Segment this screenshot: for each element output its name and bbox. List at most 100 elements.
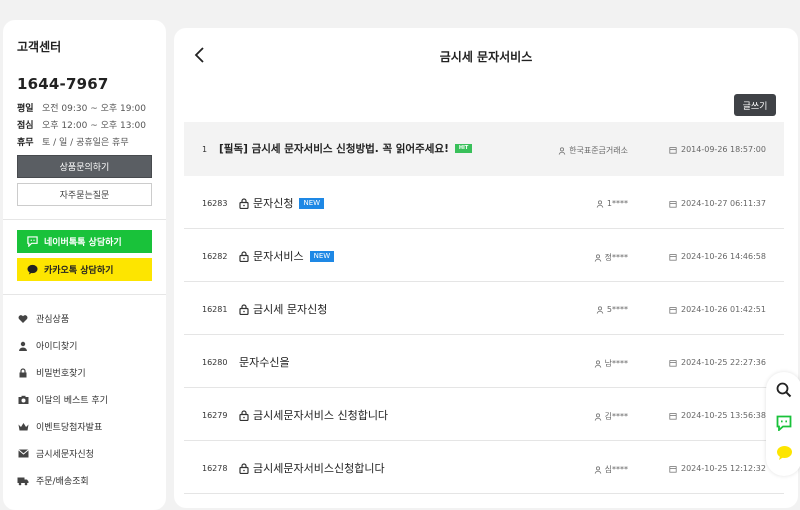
- post-subject[interactable]: 금시세 문자신청: [239, 301, 327, 317]
- customer-center-phone: 1644-7967: [17, 75, 109, 93]
- post-date-text: 2024-10-25 22:27:36: [681, 358, 766, 367]
- write-button[interactable]: 글쓰기: [734, 94, 776, 116]
- sidebar-item-label: 이벤트당첨자발표: [36, 423, 103, 433]
- kakao-talk-label: 카카오톡 상담하기: [44, 266, 114, 276]
- table-row[interactable]: 16282 문자서비스 NEW 정**** 2024-10-26 14:46:5…: [184, 229, 784, 282]
- post-subject[interactable]: 금시세문자서비스 신청합니다: [239, 407, 388, 423]
- user-icon: [17, 340, 29, 352]
- post-author: 한국표준금거래소: [558, 145, 628, 156]
- post-author: 5****: [596, 305, 628, 314]
- sidebar-item-best-review[interactable]: 이달의 베스트 후기: [17, 386, 152, 413]
- customer-center-sidebar: 고객센터 1644-7967 평일 오전 09:30 ~ 오후 19:00 점심…: [3, 20, 166, 510]
- naver-talk-button[interactable]: 네이버톡톡 상담하기: [17, 230, 152, 253]
- post-number: 16281: [202, 305, 228, 314]
- divider: [3, 294, 166, 295]
- post-author: 김****: [594, 411, 628, 422]
- post-date: 2024-10-25 22:27:36: [669, 358, 766, 367]
- user-icon: [594, 359, 601, 368]
- table-row[interactable]: 16281 금시세 문자신청 5**** 2024-10-26 01:42:51: [184, 282, 784, 335]
- kakao-talk-icon: [27, 264, 38, 275]
- naver-talk-quick-button[interactable]: [775, 414, 793, 432]
- post-author-name: 김****: [604, 412, 628, 421]
- sidebar-item-find-id[interactable]: 아이디찾기: [17, 332, 152, 359]
- post-author-name: 정****: [604, 253, 628, 262]
- post-subject[interactable]: 문자신청 NEW: [239, 195, 325, 211]
- calendar-icon: [669, 146, 677, 154]
- customer-center-title: 고객센터: [17, 40, 62, 54]
- post-date: 2014-09-26 18:57:00: [669, 145, 766, 154]
- table-row[interactable]: 16279 금시세문자서비스 신청합니다 김**** 2024-10-25 13…: [184, 388, 784, 441]
- post-number: 16278: [202, 464, 228, 473]
- post-date-text: 2014-09-26 18:57:00: [681, 145, 766, 154]
- hit-badge: HIT: [454, 144, 473, 153]
- hours-label: 휴무: [17, 138, 34, 148]
- sidebar-item-label: 비밀번호찾기: [36, 369, 86, 379]
- product-inquiry-button[interactable]: 상품문의하기: [17, 155, 152, 178]
- truck-icon: [17, 475, 29, 487]
- search-icon: [776, 382, 792, 398]
- sidebar-item-event-winner[interactable]: 이벤트당첨자발표: [17, 413, 152, 440]
- table-row[interactable]: 16278 금시세문자서비스신청합니다 심**** 2024-10-25 12:…: [184, 441, 784, 494]
- crown-icon: [17, 421, 29, 433]
- sidebar-item-wishlist[interactable]: 관심상품: [17, 305, 152, 332]
- post-date-text: 2024-10-26 14:46:58: [681, 252, 766, 261]
- lock-icon: [239, 197, 249, 209]
- hours-label: 평일: [17, 104, 34, 114]
- kakao-talk-icon: [776, 446, 792, 460]
- post-date-text: 2024-10-26 01:42:51: [681, 305, 766, 314]
- post-subject[interactable]: 금시세문자서비스신청합니다: [239, 460, 385, 476]
- table-row[interactable]: 1 [필독] 금시세 문자서비스 신청방법. 꼭 읽어주세요! HIT 한국표준…: [184, 122, 784, 176]
- post-number: 16282: [202, 252, 228, 261]
- divider: [3, 219, 166, 220]
- sidebar-item-label: 금시세문자신청: [36, 450, 94, 460]
- hours-value: 오후 12:00 ~ 오후 13:00: [42, 121, 146, 131]
- hours-holiday: 휴무 토 / 일 / 공휴일은 휴무: [17, 137, 152, 149]
- post-date-text: 2024-10-27 06:11:37: [681, 199, 766, 208]
- post-number: 1: [202, 145, 208, 154]
- naver-talk-icon: [27, 236, 38, 247]
- post-date: 2024-10-25 12:12:32: [669, 464, 766, 473]
- lock-icon: [239, 409, 249, 421]
- calendar-icon: [669, 200, 677, 208]
- post-author-name: 1****: [606, 199, 628, 208]
- sidebar-item-order-tracking[interactable]: 주문/배송조회: [17, 467, 152, 494]
- board-panel: 금시세 문자서비스 글쓰기 1 [필독] 금시세 문자서비스 신청방법. 꼭 읽…: [174, 28, 798, 508]
- post-date-text: 2024-10-25 12:12:32: [681, 464, 766, 473]
- post-number: 16283: [202, 199, 228, 208]
- kakao-talk-quick-button[interactable]: [775, 444, 793, 462]
- post-author-name: 남****: [604, 359, 628, 368]
- post-date: 2024-10-26 01:42:51: [669, 305, 766, 314]
- sidebar-item-label: 이달의 베스트 후기: [36, 396, 108, 406]
- post-date: 2024-10-26 14:46:58: [669, 252, 766, 261]
- hours-value: 토 / 일 / 공휴일은 휴무: [42, 138, 129, 148]
- post-subject[interactable]: 문자서비스 NEW: [239, 248, 335, 264]
- sidebar-item-gold-sms[interactable]: 금시세문자신청: [17, 440, 152, 467]
- post-author: 정****: [594, 252, 628, 263]
- lock-icon: [239, 250, 249, 262]
- calendar-icon: [669, 465, 677, 473]
- calendar-icon: [669, 412, 677, 420]
- post-author-name: 한국표준금거래소: [569, 146, 628, 155]
- faq-button[interactable]: 자주묻는질문: [17, 183, 152, 206]
- post-subject[interactable]: 문자수신을: [239, 354, 290, 370]
- post-subject[interactable]: [필독] 금시세 문자서비스 신청방법. 꼭 읽어주세요! HIT: [219, 141, 473, 156]
- post-date-text: 2024-10-25 13:56:38: [681, 411, 766, 420]
- naver-talk-icon: [776, 415, 792, 431]
- lock-icon: [239, 462, 249, 474]
- post-subject-text: 문자수신을: [239, 356, 290, 369]
- kakao-talk-button[interactable]: 카카오톡 상담하기: [17, 258, 152, 281]
- post-author-name: 5****: [606, 305, 628, 314]
- calendar-icon: [669, 306, 677, 314]
- user-icon: [558, 146, 566, 155]
- post-list: 1 [필독] 금시세 문자서비스 신청방법. 꼭 읽어주세요! HIT 한국표준…: [184, 122, 784, 494]
- sidebar-item-find-password[interactable]: 비밀번호찾기: [17, 359, 152, 386]
- user-icon: [594, 412, 601, 421]
- post-number: 16280: [202, 358, 228, 367]
- table-row[interactable]: 16283 문자신청 NEW 1**** 2024-10-27 06:11:37: [184, 176, 784, 229]
- post-number: 16279: [202, 411, 228, 420]
- table-row[interactable]: 16280 문자수신을 남**** 2024-10-25 22:27:36: [184, 335, 784, 388]
- search-button[interactable]: [775, 381, 793, 399]
- sidebar-item-label: 주문/배송조회: [36, 477, 89, 487]
- page-title: 금시세 문자서비스: [439, 50, 533, 64]
- hours-lunch: 점심 오후 12:00 ~ 오후 13:00: [17, 120, 152, 132]
